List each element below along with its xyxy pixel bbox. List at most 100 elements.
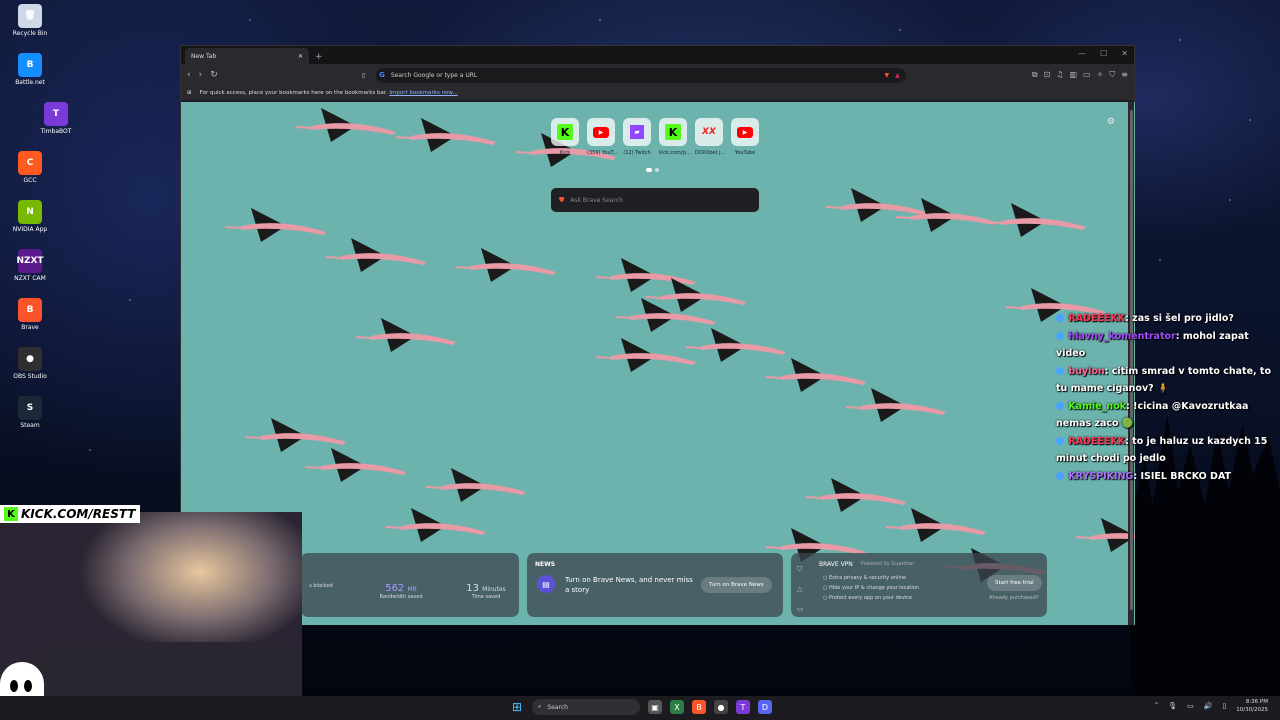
flamingo-icon	[305, 448, 406, 482]
desktop-icon-label: OBS Studio	[13, 373, 47, 380]
flamingo-icon	[685, 328, 786, 362]
close-icon[interactable]: ✕	[298, 53, 303, 60]
top-site-tile[interactable]: Kkick.com/p...	[659, 118, 691, 156]
menu-icon[interactable]: ≡	[1121, 70, 1128, 80]
media-icon[interactable]: ♫	[1056, 70, 1063, 80]
chat-username[interactable]: RADEEEKK	[1068, 436, 1125, 447]
flamingo-icon	[225, 208, 326, 242]
desktop-icon-gcc[interactable]: C GCC	[0, 151, 60, 184]
address-bar[interactable]: ▯ G Search Google or type a URL ▼ ▲	[362, 67, 906, 83]
desktop-icon-obs-studio[interactable]: ● OBS Studio	[0, 347, 60, 380]
network-icon[interactable]: ▭	[1187, 702, 1194, 710]
app-icon: 🗑	[18, 4, 42, 28]
new-tab-button[interactable]: +	[315, 52, 323, 62]
news-heading: NEWS	[535, 561, 556, 568]
chat-username[interactable]: hlavny_komentrator	[1068, 331, 1175, 342]
chat-username[interactable]: Kamie_nok	[1068, 401, 1126, 412]
back-icon[interactable]: ‹	[187, 70, 191, 80]
reload-icon[interactable]: ↻	[210, 70, 218, 80]
top-site-tile[interactable]: XX DOXXbet j...	[695, 118, 725, 156]
tab-new-tab[interactable]: New Tab ✕	[185, 48, 309, 64]
desktop-icon-label: NVIDIA App	[12, 226, 48, 233]
forward-icon[interactable]: ›	[199, 70, 203, 80]
clock[interactable]: 8:36 PM 10/30/2025	[1236, 698, 1268, 714]
task-view-icon[interactable]: ▣	[648, 700, 662, 714]
chevron-up-icon[interactable]: ˄	[1155, 702, 1159, 710]
desktop-icon-nzxt-cam[interactable]: NZXT NZXT CAM	[0, 249, 60, 282]
extensions-icon[interactable]: ⧉	[1032, 70, 1038, 80]
minimize-icon[interactable]: —	[1078, 49, 1086, 58]
top-site-tile[interactable]: K Kick	[551, 118, 579, 156]
page-dots[interactable]	[646, 168, 659, 172]
bookmarks-bar: ⊞ For quick access, place your bookmarks…	[181, 86, 1134, 100]
youtube-icon: ▶	[737, 126, 753, 138]
top-site-tile[interactable]: ▶ YouTube	[731, 118, 759, 156]
kick-icon: K	[665, 124, 681, 140]
desktop-icon-steam[interactable]: S Steam	[0, 396, 60, 429]
xbox-icon[interactable]: X	[670, 700, 684, 714]
brave-search-box[interactable]: ⛊ Ask Brave Search	[551, 188, 759, 212]
bookmark-icon[interactable]: ▯	[362, 72, 365, 79]
flamingo-icon	[455, 248, 556, 282]
desktop-icon-label: Battle.net	[15, 79, 45, 86]
desktop-icon-brave[interactable]: B Brave	[0, 298, 60, 331]
app-icon: ●	[18, 347, 42, 371]
twitch-icon: ▰	[630, 125, 644, 139]
brave-taskbar-icon[interactable]: B	[692, 700, 706, 714]
obs-taskbar-icon[interactable]: ●	[714, 700, 728, 714]
apps-icon[interactable]: ⊞	[187, 90, 192, 96]
flamingo-icon	[385, 508, 486, 542]
desktop-icon-recycle-bin[interactable]: 🗑 Recycle Bin	[0, 4, 60, 37]
top-site-tile[interactable]: ▰ (12) Twitch	[623, 118, 651, 156]
app-icon: NZXT	[16, 249, 44, 273]
taskbar-search[interactable]: ⌕ Search	[532, 699, 640, 715]
leo-icon[interactable]: ✧	[1097, 70, 1104, 80]
timbabot-taskbar-icon[interactable]: T	[736, 700, 750, 714]
close-window-icon[interactable]: ✕	[1121, 49, 1128, 58]
time-stat: 13 Minutes Time saved	[466, 583, 506, 600]
flamingo-icon	[295, 108, 396, 142]
flamingo-icon	[805, 478, 906, 512]
youtube-icon: ▶	[593, 126, 609, 138]
shields-icon[interactable]: ▼	[885, 72, 890, 79]
flamingo-icon	[425, 468, 526, 502]
screenshot-icon[interactable]: ⊡	[1044, 70, 1051, 80]
tab-strip: New Tab ✕ + — ☐ ✕	[181, 46, 1134, 64]
chat-badge-icon	[1056, 366, 1064, 375]
vpn-feature: ○ Extra privacy & security online	[823, 575, 906, 581]
flamingo-icon	[245, 418, 346, 452]
microphone-icon[interactable]: 🎙	[1168, 702, 1177, 710]
news-icon: ▤	[537, 575, 555, 593]
desktop-icon-label: GCC	[23, 177, 37, 184]
chat-username[interactable]: RADEEEKK	[1068, 313, 1125, 324]
top-site-label: kick.com/p...	[659, 150, 691, 156]
desktop-icon-battle-net[interactable]: B Battle.net	[0, 53, 60, 86]
rewards-icon[interactable]: ▲	[895, 72, 900, 79]
import-bookmarks-link[interactable]: Import bookmarks now...	[389, 90, 457, 96]
top-site-label: YouTube	[734, 150, 756, 156]
chat-badge-icon	[1056, 436, 1064, 445]
volume-icon[interactable]: 🔊	[1204, 702, 1213, 710]
top-site-tile[interactable]: ▶ (359) YouT...	[587, 118, 618, 156]
windows-start-icon[interactable]: ⊞	[510, 700, 524, 714]
maximize-icon[interactable]: ☐	[1100, 49, 1107, 58]
vpn-side-icons: ⛉ △ ▭	[797, 559, 804, 619]
already-purchased-link[interactable]: Already purchased?	[989, 595, 1038, 601]
turn-on-news-button[interactable]: Turn on Brave News	[701, 577, 772, 593]
wallet-icon[interactable]: ▭	[1083, 70, 1091, 80]
app-icon: B	[18, 53, 42, 77]
sidebar-icon[interactable]: ▥	[1069, 70, 1077, 80]
start-free-trial-button[interactable]: Start free trial	[987, 575, 1042, 591]
desktop-icon-timbabot[interactable]: T TimbaBOT	[26, 102, 86, 135]
battery-icon[interactable]: ▯	[1222, 702, 1226, 710]
chat-username[interactable]: KRYSPIKING	[1068, 471, 1133, 482]
system-tray: ˄ 🎙 ▭ 🔊 ▯ 8:36 PM 10/30/2025	[1155, 698, 1268, 714]
top-sites: K Kick ▶ (359) YouT... ▰ (12) Twitch Kkick.com…	[551, 118, 759, 156]
chat-badge-icon	[1056, 471, 1064, 480]
vpn-icon[interactable]: ⛉	[1109, 70, 1115, 80]
stream-chat-overlay: RADEEEKK: zas si šel pro jidlo? hlavny_k…	[1056, 310, 1280, 485]
chat-username[interactable]: buylon	[1068, 366, 1104, 377]
discord-taskbar-icon[interactable]: D	[758, 700, 772, 714]
settings-gear-icon[interactable]: ⚙	[1107, 117, 1115, 127]
desktop-icon-nvidia-app[interactable]: N NVIDIA App	[0, 200, 60, 233]
